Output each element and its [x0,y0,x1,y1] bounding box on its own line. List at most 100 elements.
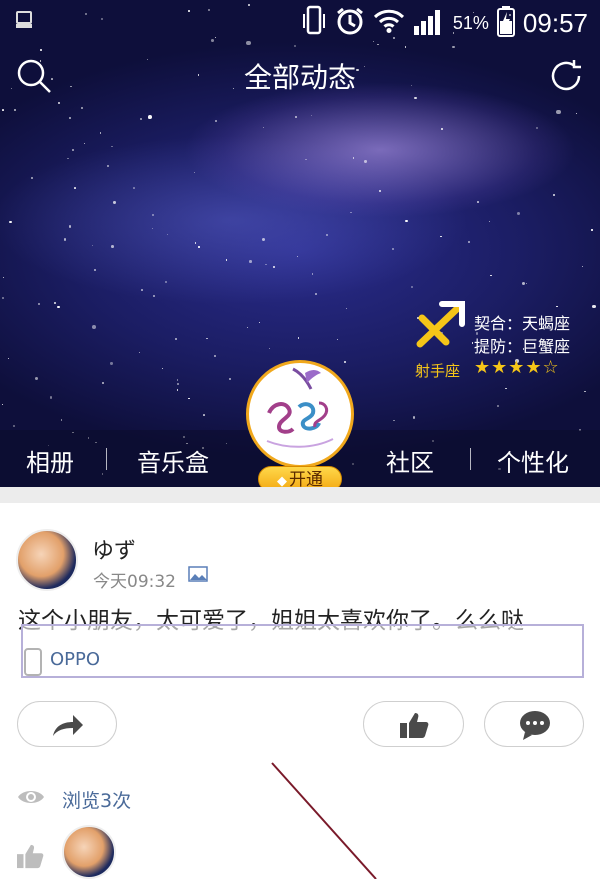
star-dot [83,142,86,144]
star-dot [364,160,367,163]
star-dot [141,289,143,292]
zodiac-match: 契合：天蝎座 [474,314,571,333]
star-dot [57,305,60,309]
star-dot [106,165,109,168]
star-dot [262,126,265,129]
star-dot [138,351,141,354]
star-dot [310,114,312,116]
battery-percent: 51% [452,12,489,33]
zodiac-relations: 契合：天蝎座 提防：巨蟹座 [474,312,570,358]
star-dot [272,265,275,268]
star-dot [3,277,5,279]
star-dot [151,227,153,229]
tab-album[interactable]: 相册 [26,443,74,478]
star-dot [377,43,379,46]
star-dot [410,285,413,288]
star-dot [92,324,96,329]
alarm-icon [335,6,365,40]
wifi-icon [373,8,405,38]
star-dot [496,404,499,407]
star-dot [521,281,526,286]
star-dot [188,397,190,400]
star-dot [68,225,72,228]
star-dot [37,302,40,305]
star-dot [488,220,490,223]
star-dot [325,234,328,237]
star-dot [525,282,527,285]
feed-post: ゆず 今天09:32 这个小朋友，太可爱了，姐姐太喜欢你了。么么哒 OPPO 浏… [0,503,600,879]
star-dot [101,382,104,385]
star-dot [440,236,442,238]
star-dot [152,295,155,298]
star-dot [591,229,593,231]
star-dot [225,259,228,261]
star-dot [404,45,407,48]
star-dot [203,413,206,416]
star-dot [177,379,179,381]
star-dot [64,238,67,241]
star-dot [91,244,93,247]
star-dot [346,308,348,310]
star-dot [294,115,297,118]
star-dot [194,242,196,244]
star-dot [74,187,76,190]
star-dot [556,305,558,308]
star-dot [176,382,179,385]
section-divider [0,487,600,503]
star-dot [393,419,395,422]
status-bar: 51% 09:57 [0,0,600,44]
star-dot [296,255,299,257]
star-dot [344,360,347,363]
star-dot [49,396,53,399]
zodiac-sign: 射手座 [415,362,461,380]
star-dot [206,337,208,340]
shop-logo-image [266,367,334,448]
star-dot [467,241,470,244]
tab-divider [470,448,471,470]
star-dot [1,403,4,406]
star-dot [228,377,231,380]
star-dot [262,237,266,242]
page-title: 全部动态 [243,61,356,94]
tab-personalize[interactable]: 个性化 [497,443,569,478]
signal-icon [413,6,445,40]
star-dot [111,244,115,248]
star-dot [378,190,381,193]
sagittarius-icon [412,298,468,350]
star-dot [553,193,556,196]
star-dot [198,246,200,248]
star-dot [7,358,9,360]
star-dot [213,355,216,358]
star-dot [67,157,69,159]
profile-avatar[interactable] [246,360,354,468]
zodiac-rating-stars: ★★★★☆ [474,357,560,378]
star-dot [133,187,136,189]
star-dot [111,145,113,148]
star-dot [148,115,153,120]
star-dot [34,377,38,381]
star-dot [293,44,296,47]
vibrate-icon [301,4,327,42]
star-dot [152,213,155,216]
star-dot [405,220,408,223]
star-dot [69,117,71,119]
star-dot [140,118,143,121]
star-dot [57,101,61,105]
tab-music-box[interactable]: 音乐盒 [137,443,209,478]
zodiac-defend: 提防：巨蟹座 [474,337,571,356]
star-dot [2,297,4,300]
star-dot [440,128,443,131]
refresh-icon[interactable] [546,56,586,96]
star-dot [297,337,300,339]
star-dot [12,425,15,428]
tab-community[interactable]: 社区 [386,443,434,478]
usb-icon [14,10,34,34]
star-dot [13,108,17,112]
star-dot [581,266,583,268]
clock: 09:57 [522,7,588,38]
star-dot [490,274,492,277]
tab-divider [106,448,107,470]
star-dot [591,304,596,309]
star-dot [165,280,168,284]
star-dot [193,171,195,173]
